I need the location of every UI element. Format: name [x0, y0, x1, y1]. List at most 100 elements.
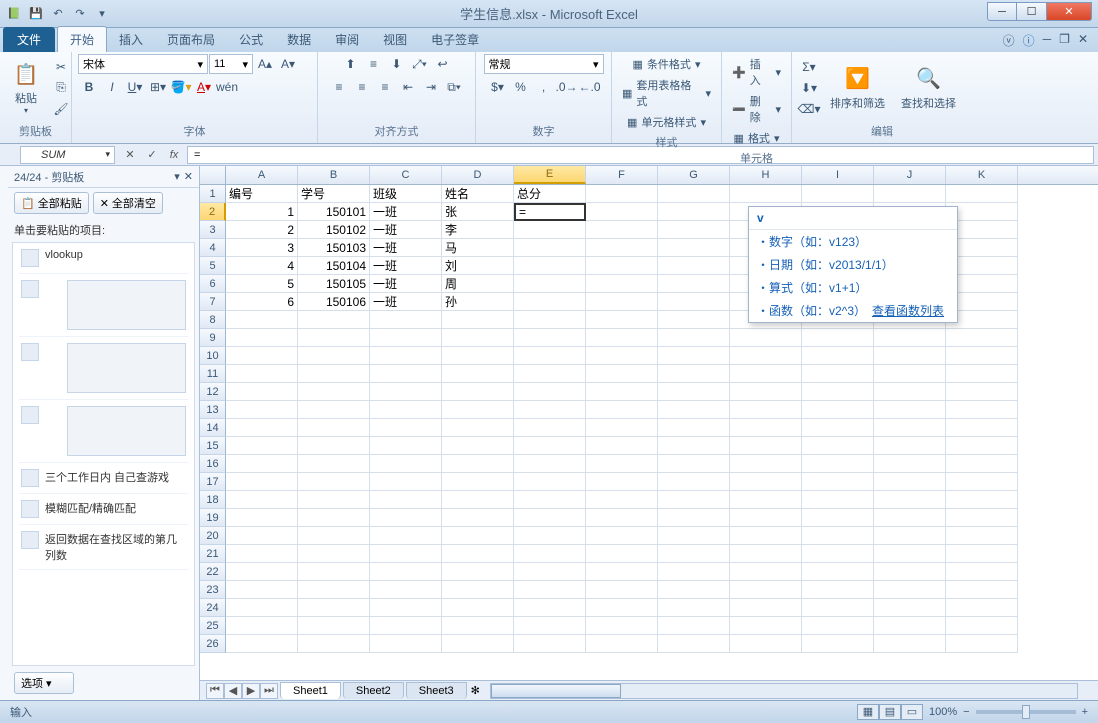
cell-style-button[interactable]: ▦单元格样式▾: [623, 112, 710, 132]
file-tab[interactable]: 文件: [3, 27, 55, 52]
page-break-icon[interactable]: ▭: [901, 704, 923, 720]
save-icon[interactable]: 💾: [26, 4, 46, 24]
cell[interactable]: [586, 527, 658, 545]
cell[interactable]: [802, 617, 874, 635]
cell[interactable]: [874, 599, 946, 617]
tab-layout[interactable]: 页面布局: [155, 27, 227, 52]
currency-icon[interactable]: $▾: [487, 77, 509, 97]
align-right-icon[interactable]: ≡: [374, 77, 396, 97]
cell[interactable]: [874, 635, 946, 653]
cell[interactable]: [226, 347, 298, 365]
cell[interactable]: [946, 635, 1018, 653]
cell[interactable]: 总分: [514, 185, 586, 203]
clear-all-button[interactable]: ✕全部清空: [93, 192, 163, 214]
cell[interactable]: [730, 419, 802, 437]
scrollbar-thumb[interactable]: [491, 684, 621, 698]
align-bottom-icon[interactable]: ⬇: [386, 54, 408, 74]
cell[interactable]: 一班: [370, 257, 442, 275]
cell[interactable]: [226, 491, 298, 509]
cell[interactable]: [442, 473, 514, 491]
cell[interactable]: 3: [226, 239, 298, 257]
cell[interactable]: [514, 257, 586, 275]
cell[interactable]: [586, 563, 658, 581]
minimize-button[interactable]: ─: [987, 2, 1017, 21]
autosum-icon[interactable]: Σ▾: [798, 57, 820, 77]
cell[interactable]: [298, 563, 370, 581]
row-header[interactable]: 8: [200, 311, 226, 329]
cell[interactable]: [514, 581, 586, 599]
cell[interactable]: [514, 365, 586, 383]
sheet-prev-icon[interactable]: ◀: [224, 683, 242, 699]
cell[interactable]: [298, 455, 370, 473]
row-header[interactable]: 10: [200, 347, 226, 365]
qat-dropdown-icon[interactable]: ▾: [92, 4, 112, 24]
cell[interactable]: 一班: [370, 239, 442, 257]
cell[interactable]: [874, 347, 946, 365]
cell[interactable]: 马: [442, 239, 514, 257]
cell[interactable]: [658, 545, 730, 563]
clip-item[interactable]: 模糊匹配/精确匹配: [19, 494, 188, 525]
cell[interactable]: [658, 239, 730, 257]
cell[interactable]: [226, 311, 298, 329]
cell[interactable]: [730, 185, 802, 203]
cell[interactable]: 150102: [298, 221, 370, 239]
zoom-slider[interactable]: [976, 710, 1076, 714]
paste-all-button[interactable]: 📋全部粘贴: [14, 192, 89, 214]
cell[interactable]: [874, 401, 946, 419]
sheet-next-icon[interactable]: ▶: [242, 683, 260, 699]
cell[interactable]: [730, 527, 802, 545]
cell[interactable]: [946, 527, 1018, 545]
ime-suggestion[interactable]: ・算式（如：v1+1）: [749, 276, 957, 299]
cell[interactable]: [226, 509, 298, 527]
cell[interactable]: [370, 527, 442, 545]
cell[interactable]: [226, 473, 298, 491]
cell[interactable]: [586, 275, 658, 293]
cell[interactable]: [226, 545, 298, 563]
cell[interactable]: [442, 527, 514, 545]
cell[interactable]: 6: [226, 293, 298, 311]
cell[interactable]: [370, 347, 442, 365]
cell[interactable]: [802, 527, 874, 545]
cell[interactable]: [946, 329, 1018, 347]
clip-item[interactable]: 三个工作日内 自己查游戏: [19, 463, 188, 494]
cell[interactable]: [658, 221, 730, 239]
row-header[interactable]: 7: [200, 293, 226, 311]
cell[interactable]: [514, 563, 586, 581]
cell[interactable]: [514, 437, 586, 455]
cell[interactable]: [730, 545, 802, 563]
cell[interactable]: [298, 311, 370, 329]
cell[interactable]: [226, 419, 298, 437]
cell[interactable]: [442, 491, 514, 509]
sheet-first-icon[interactable]: ⏮: [206, 683, 224, 699]
orientation-icon[interactable]: ⤢▾: [409, 54, 431, 74]
cell[interactable]: [370, 419, 442, 437]
tab-data[interactable]: 数据: [275, 27, 323, 52]
cell[interactable]: [658, 347, 730, 365]
cell[interactable]: [298, 365, 370, 383]
cell[interactable]: 150105: [298, 275, 370, 293]
cell[interactable]: [442, 437, 514, 455]
tab-insert[interactable]: 插入: [107, 27, 155, 52]
cell[interactable]: [298, 509, 370, 527]
fx-icon[interactable]: fx: [165, 146, 183, 164]
cell[interactable]: [442, 617, 514, 635]
row-header[interactable]: 9: [200, 329, 226, 347]
cell[interactable]: [442, 599, 514, 617]
cell[interactable]: [514, 599, 586, 617]
cell[interactable]: [586, 617, 658, 635]
cell[interactable]: [226, 581, 298, 599]
clip-item[interactable]: [19, 274, 188, 337]
column-header[interactable]: B: [298, 166, 370, 184]
wrap-text-icon[interactable]: ↩: [432, 54, 454, 74]
zoom-slider-thumb[interactable]: [1022, 705, 1030, 719]
cell[interactable]: [874, 617, 946, 635]
cell[interactable]: [586, 293, 658, 311]
cell[interactable]: [874, 563, 946, 581]
cell[interactable]: [370, 599, 442, 617]
cell[interactable]: 周: [442, 275, 514, 293]
insert-cells-button[interactable]: ➕插入▾: [728, 54, 785, 90]
cell[interactable]: 李: [442, 221, 514, 239]
name-box[interactable]: SUM▾: [20, 146, 115, 164]
column-header[interactable]: C: [370, 166, 442, 184]
clip-item[interactable]: 返回数据在查找区域的第几列数: [19, 525, 188, 570]
